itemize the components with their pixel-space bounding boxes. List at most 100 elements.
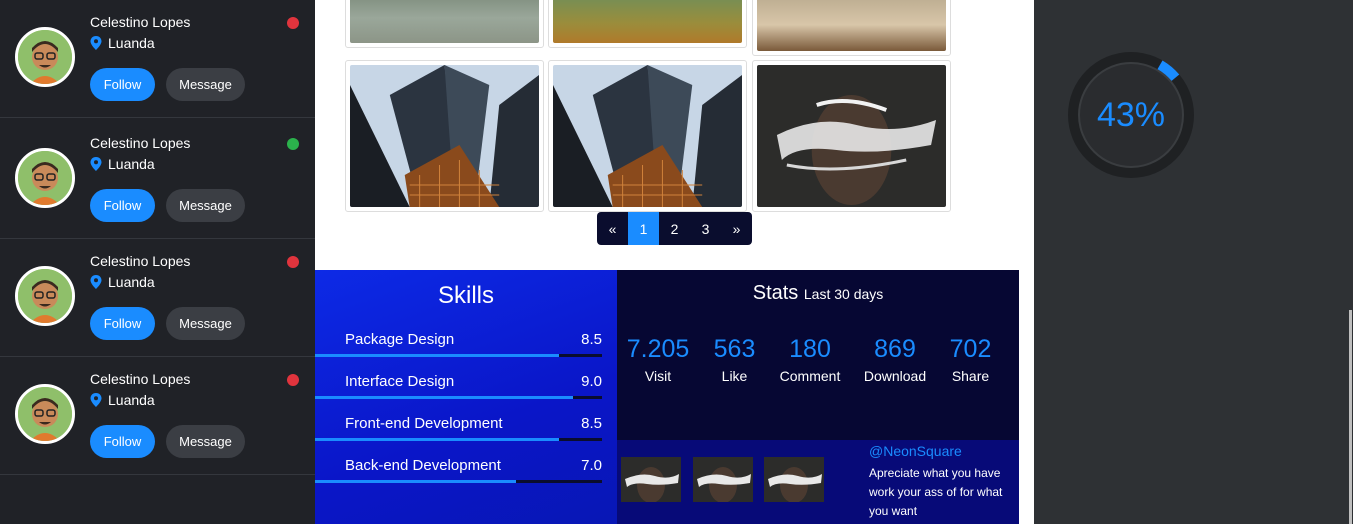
- user-name[interactable]: Celestino Lopes: [90, 14, 190, 30]
- pagination: « 1 2 3 »: [597, 212, 752, 245]
- stats-title: Stats Last 30 days: [617, 282, 1019, 305]
- follow-button[interactable]: Follow: [90, 307, 155, 340]
- status-dot: [287, 138, 299, 150]
- message-button[interactable]: Message: [166, 307, 245, 340]
- follow-button[interactable]: Follow: [90, 189, 155, 222]
- stat-label: Share: [951, 368, 990, 384]
- stats-panel: Stats Last 30 days 7.205 Visit 563 Like …: [617, 270, 1019, 440]
- message-button[interactable]: Message: [166, 68, 245, 101]
- skill-progress-fill: [315, 396, 574, 399]
- runner-legs-photo: [350, 0, 539, 43]
- skyscrapers-photo: [553, 65, 742, 207]
- status-dot: [287, 256, 299, 268]
- location-pin-icon: [90, 393, 102, 407]
- stat-label: Download: [863, 368, 927, 384]
- skill-name: Front-end Development: [345, 415, 503, 432]
- location-pin-icon: [90, 275, 102, 289]
- location-label: Luanda: [108, 35, 155, 51]
- gauge-percent-label: 43%: [1096, 95, 1166, 134]
- tweet-media-thumb[interactable]: [693, 457, 753, 502]
- user-location: Luanda: [90, 274, 155, 290]
- skill-row: Front-end Development 8.5: [315, 415, 617, 457]
- user-list-sidebar: Celestino Lopes Luanda Follow Message Ce…: [0, 0, 315, 524]
- skill-row: Interface Design 9.0: [315, 373, 617, 415]
- user-name[interactable]: Celestino Lopes: [90, 135, 190, 151]
- gallery-thumb-runner-legs[interactable]: [345, 0, 544, 48]
- skill-value: 7.0: [581, 457, 602, 474]
- skill-progress-fill: [315, 354, 559, 357]
- skills-title: Skills: [437, 282, 494, 309]
- stat-download: 869 Download: [859, 335, 931, 384]
- tweet-panel: @NeonSquare Apreciate what you have work…: [617, 440, 1019, 524]
- tweet-media-thumb[interactable]: [764, 457, 824, 502]
- stats-heading: Stats: [752, 282, 799, 304]
- stat-share: 702 Share: [943, 335, 998, 384]
- user-location: Luanda: [90, 392, 155, 408]
- skill-value: 8.5: [581, 331, 602, 348]
- user-card: Celestino Lopes Luanda Follow Message: [0, 121, 315, 239]
- location-label: Luanda: [108, 156, 155, 172]
- skill-progress-track: [315, 438, 602, 441]
- user-location: Luanda: [90, 156, 155, 172]
- skill-progress-fill: [315, 438, 559, 441]
- message-button[interactable]: Message: [166, 189, 245, 222]
- avatar[interactable]: [15, 266, 75, 326]
- stat-like: 563 Like: [707, 335, 762, 384]
- runner-grass-photo: [553, 0, 742, 43]
- gallery-thumb-paint-face[interactable]: [752, 60, 951, 212]
- skill-value: 9.0: [581, 373, 602, 390]
- stat-value: 180: [789, 335, 831, 363]
- gallery-thumb-skyscrapers[interactable]: [548, 60, 747, 212]
- location-label: Luanda: [108, 392, 155, 408]
- user-card: Celestino Lopes Luanda Follow Message: [0, 357, 315, 475]
- user-name[interactable]: Celestino Lopes: [90, 253, 190, 269]
- pagination-page-3[interactable]: 3: [690, 212, 721, 245]
- skill-progress-track: [315, 396, 602, 399]
- pagination-page-2[interactable]: 2: [659, 212, 690, 245]
- right-panel: 43%: [1034, 0, 1353, 524]
- stat-value: 563: [713, 335, 756, 363]
- skill-row: Back-end Development 7.0: [315, 457, 617, 499]
- page: Celestino Lopes Luanda Follow Message Ce…: [0, 0, 1353, 524]
- location-pin-icon: [90, 36, 102, 50]
- avatar[interactable]: [15, 27, 75, 87]
- woman-window-photo: [757, 0, 946, 51]
- avatar[interactable]: [15, 148, 75, 208]
- skill-value: 8.5: [581, 415, 602, 432]
- location-pin-icon: [90, 157, 102, 171]
- skills-panel: Skills Package Design 8.5 Interface Desi…: [315, 270, 617, 524]
- tweet-handle-link[interactable]: @NeonSquare: [869, 443, 962, 459]
- gallery-thumb-runner-grass[interactable]: [548, 0, 747, 48]
- user-location: Luanda: [90, 35, 155, 51]
- tweet-text: Apreciate what you have work your ass of…: [869, 466, 1003, 518]
- pagination-page-1[interactable]: 1: [628, 212, 659, 245]
- status-dot: [287, 374, 299, 386]
- pagination-next[interactable]: »: [721, 212, 752, 245]
- skill-name: Package Design: [345, 331, 455, 348]
- skill-progress-track: [315, 354, 602, 357]
- pagination-prev[interactable]: «: [597, 212, 628, 245]
- gallery-thumb-woman-window[interactable]: [752, 0, 951, 56]
- page-scrollbar[interactable]: [1349, 310, 1352, 524]
- stat-comment: 180 Comment: [775, 335, 845, 384]
- stat-value: 702: [949, 335, 992, 363]
- status-dot: [287, 17, 299, 29]
- stat-visit: 7.205 Visit: [625, 335, 691, 384]
- skill-progress-track: [315, 480, 602, 483]
- stat-value: 7.205: [626, 335, 690, 363]
- skill-name: Interface Design: [345, 373, 455, 390]
- avatar[interactable]: [15, 384, 75, 444]
- follow-button[interactable]: Follow: [90, 425, 155, 458]
- tweet-media-thumb[interactable]: [621, 457, 681, 502]
- skill-progress-fill: [315, 480, 516, 483]
- user-card: Celestino Lopes Luanda Follow Message: [0, 239, 315, 357]
- paint-face-photo: [757, 65, 946, 207]
- stat-value: 869: [874, 335, 916, 363]
- user-name[interactable]: Celestino Lopes: [90, 371, 190, 387]
- follow-button[interactable]: Follow: [90, 68, 155, 101]
- stat-label: Like: [721, 368, 748, 384]
- gallery-thumb-skyscrapers[interactable]: [345, 60, 544, 212]
- stat-label: Comment: [779, 368, 841, 384]
- message-button[interactable]: Message: [166, 425, 245, 458]
- skill-row: Package Design 8.5: [315, 331, 617, 373]
